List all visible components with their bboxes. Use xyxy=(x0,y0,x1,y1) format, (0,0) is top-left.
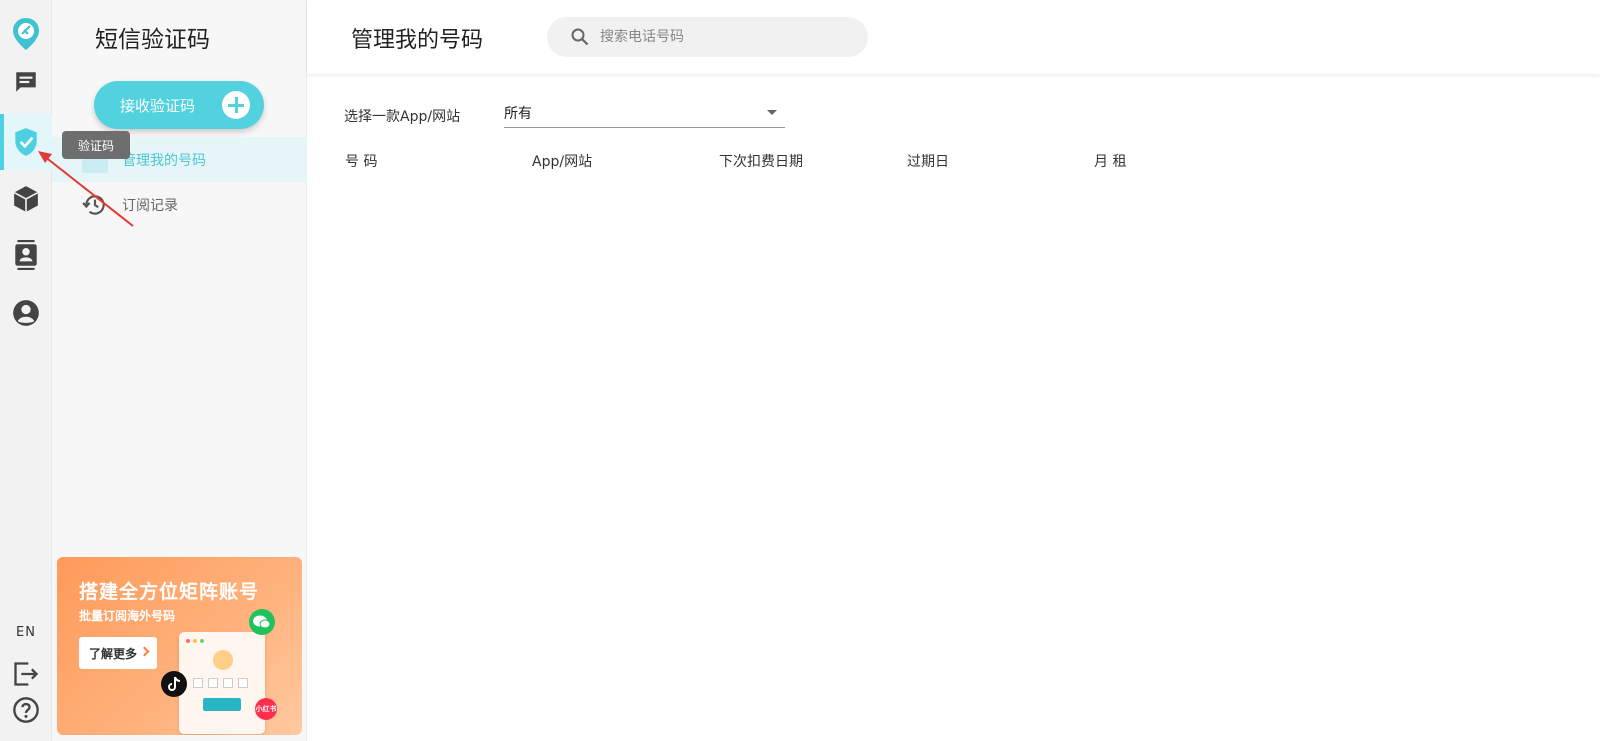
sidebar-item-label: 订阅记录 xyxy=(122,197,178,214)
learn-more-label: 了解更多 xyxy=(89,646,138,661)
language-switch[interactable]: EN xyxy=(0,625,52,640)
verify-tooltip: 验证码 xyxy=(62,131,130,159)
promo-subtitle: 批量订阅海外号码 xyxy=(79,609,176,623)
promo-title: 搭建全方位矩阵账号 xyxy=(79,581,260,603)
shield-check-icon[interactable] xyxy=(0,114,52,170)
xiaohongshu-icon: 小红书 xyxy=(255,698,277,720)
app-root: EN 短信验证码 接收验证码 管理我的号码 订阅记录 搭建全方位矩阵账号 批量订… xyxy=(0,0,1600,741)
logo-icon[interactable] xyxy=(0,8,52,60)
promo-illustration xyxy=(179,632,265,734)
box-icon[interactable] xyxy=(0,173,52,225)
sidebar-item-subscriptions[interactable]: 订阅记录 xyxy=(52,182,307,227)
promo-banner[interactable]: 搭建全方位矩阵账号 批量订阅海外号码 了解更多 小红书 xyxy=(57,557,302,735)
contacts-icon[interactable] xyxy=(0,229,52,281)
app-filter-value: 所有 xyxy=(504,106,532,122)
user-icon[interactable] xyxy=(0,287,52,339)
chevron-right-icon xyxy=(139,646,150,657)
sidebar-title: 短信验证码 xyxy=(95,27,210,53)
column-header-next-billing[interactable]: 下次扣费日期 xyxy=(719,151,803,171)
app-filter-label: 选择一款App/网站 xyxy=(344,109,461,125)
search-input[interactable] xyxy=(600,17,860,57)
column-header-expiry[interactable]: 过期日 xyxy=(907,151,949,171)
column-header-monthly-fee[interactable]: 月 租 xyxy=(1094,151,1126,171)
plus-icon xyxy=(222,91,250,119)
tiktok-icon xyxy=(161,671,187,697)
app-filter-select[interactable]: 所有 xyxy=(504,98,785,128)
page-title: 管理我的号码 xyxy=(351,28,484,53)
top-header: 管理我的号码 xyxy=(307,0,1600,74)
receive-code-button[interactable]: 接收验证码 xyxy=(94,81,264,129)
learn-more-button[interactable]: 了解更多 xyxy=(79,637,157,669)
search-icon xyxy=(571,28,589,46)
receive-code-label: 接收验证码 xyxy=(120,96,196,115)
column-header-app[interactable]: App/网站 xyxy=(532,151,592,171)
chevron-down-icon xyxy=(767,110,777,115)
history-icon xyxy=(82,192,108,218)
chat-icon[interactable] xyxy=(0,56,52,108)
sidebar-item-label: 管理我的号码 xyxy=(122,152,206,169)
help-icon[interactable] xyxy=(0,684,52,736)
wechat-icon xyxy=(249,609,275,635)
search-bar[interactable] xyxy=(547,17,868,57)
icon-rail: EN xyxy=(0,0,52,741)
column-header-number[interactable]: 号 码 xyxy=(345,151,377,171)
secondary-sidebar: 短信验证码 接收验证码 管理我的号码 订阅记录 搭建全方位矩阵账号 批量订阅海外… xyxy=(52,0,307,741)
